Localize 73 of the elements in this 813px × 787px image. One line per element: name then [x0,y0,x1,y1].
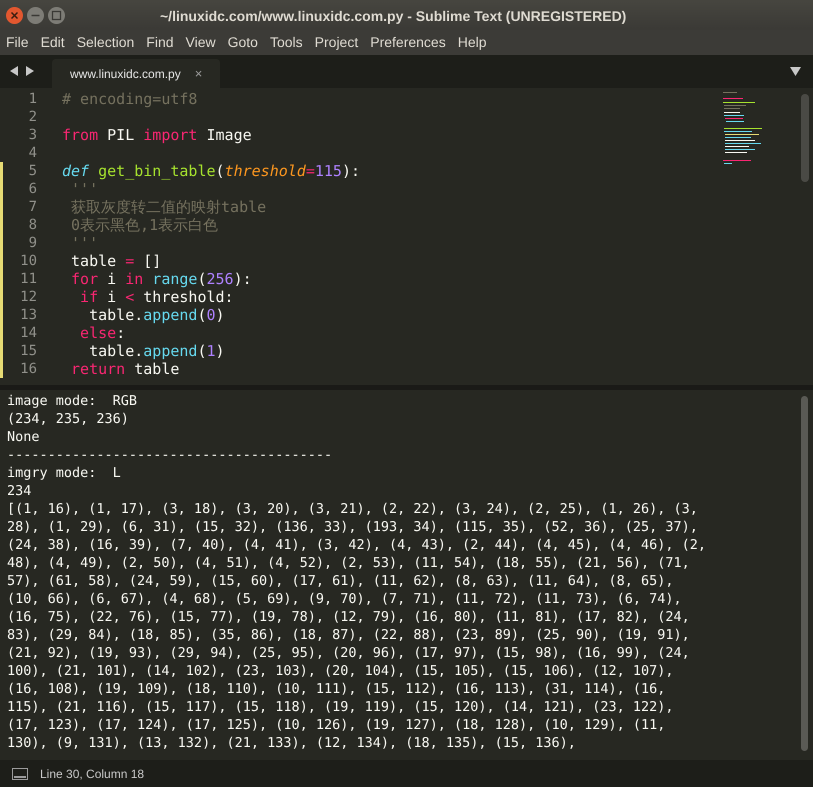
code-line: ''' [70,180,98,198]
output-line: imgry mode: L [7,464,122,482]
output-line: 28), (1, 29), (6, 31), (15, 32), (136, 33), (193, 34), (115, 35), (52, 36), (25, 37), [7,518,699,536]
code-line: for i in range(256): [70,270,252,288]
output-line: image mode: RGB [7,392,138,410]
file-tab[interactable]: www.linuxidc.com.py × [52,59,220,88]
code-line: ''' [70,234,98,252]
output-line: (17, 123), (17, 124), (17, 125), (10, 126), (19, 127), (18, 128), (10, 129), (11, [7,716,666,734]
output-line: None [7,428,41,446]
line-number: 11 [19,270,37,288]
output-line: (16, 108), (19, 109), (18, 110), (10, 111), (15, 112), (16, 113), (31, 114), (16, [7,680,666,698]
output-line: (21, 92), (19, 93), (29, 94), (25, 95), (20, 96), (17, 97), (15, 98), (16, 99), (24, [7,644,691,662]
code-line: def get_bin_table(threshold=115): [62,162,360,180]
close-window-button[interactable] [6,6,23,24]
maximize-button[interactable] [48,6,65,24]
menu-item[interactable]: File [0,32,35,53]
line-number: 13 [19,306,37,324]
menu-item[interactable]: Help [452,32,493,53]
line-number: 14 [19,324,37,342]
output-line: ---------------------------------------- [7,446,334,464]
line-number: 4 [28,144,37,162]
code-line: return table [70,360,180,378]
output-line: (24, 38), (16, 39), (7, 40), (4, 41), (3, 42), (4, 43), (2, 44), (4, 45), (4, 46), (2, [7,536,707,554]
scrollbar[interactable] [801,396,808,751]
cursor-position: Line 30, Column 18 [40,766,144,782]
line-number: 2 [28,108,37,126]
line-number: 16 [19,360,37,378]
close-tab-button[interactable]: × [194,64,202,84]
menu-item[interactable]: Selection [70,32,140,53]
output-line: (16, 75), (22, 76), (15, 77), (19, 78), (12, 79), (16, 80), (11, 81), (17, 82), (24, [7,608,691,626]
window-title: ~/linuxidc.com/www.linuxidc.com.py - Sublime Text (UNREGISTERED) [160,7,626,26]
menu-item[interactable]: Goto [222,32,264,53]
menu-item[interactable]: Project [308,32,364,53]
code-line: table.append(0) [88,306,225,324]
output-line: 130), (9, 131), (13, 132), (21, 133), (12, 134), (18, 135), (15, 136), [7,734,577,752]
output-line: 234 [7,482,32,500]
line-number: 3 [28,126,37,144]
code-line: 获取灰度转二值的映射table [70,198,266,216]
menu-item[interactable]: View [180,32,222,53]
minimize-button[interactable] [27,6,44,24]
output-line: 100), (21, 101), (14, 102), (23, 103), (20, 104), (15, 105), (15, 106), (12, 107), [7,662,674,680]
menu-item[interactable]: Edit [34,32,71,53]
line-number: 9 [28,234,37,252]
output-line: [(1, 16), (1, 17), (3, 18), (3, 20), (3, 21), (2, 22), (3, 24), (2, 25), (1, 26), (3, [7,500,699,518]
code-line: table.append(1) [88,342,225,360]
code-line: 0表示黑色,1表示白色 [70,216,218,234]
code-line: if i < threshold: [79,288,234,306]
output-line: 83), (29, 84), (18, 85), (35, 86), (18, 87), (22, 88), (23, 89), (25, 90), (19, 91), [7,626,691,644]
line-number: 6 [28,180,37,198]
output-line: 115), (21, 116), (15, 117), (15, 118), (19, 119), (15, 120), (14, 121), (23, 122), [7,698,674,716]
menu-item[interactable]: Tools [264,32,309,53]
code-line: from PIL import Image [62,126,252,144]
dropdown-icon[interactable] [790,67,801,76]
tab-label: www.linuxidc.com.py [70,66,181,82]
line-number: 12 [19,288,37,306]
menu-item[interactable]: Find [140,32,180,53]
line-number: 8 [28,216,37,234]
output-line: (234, 235, 236) [7,410,130,428]
output-line: (10, 66), (6, 67), (4, 68), (5, 69), (9, 70), (7, 71), (11, 72), (11, 73), (6, 74), [7,590,683,608]
line-number: 1 [28,90,37,108]
output-line: 57), (61, 58), (24, 59), (15, 60), (17, 61), (11, 62), (8, 63), (11, 64), (8, 65), [7,572,674,590]
panel-icon[interactable] [12,768,28,780]
tab-navigation-icon[interactable] [10,66,34,76]
code-line: table = [] [70,252,162,270]
line-number: 15 [19,342,37,360]
code-line: else: [79,324,126,342]
line-number: 10 [19,252,37,270]
line-number: 7 [28,198,37,216]
menu-item[interactable]: Preferences [364,32,452,53]
line-number: 5 [28,162,37,180]
scrollbar[interactable] [801,94,809,182]
code-line: # encoding=utf8 [62,90,198,108]
output-line: 48), (4, 49), (2, 50), (4, 51), (4, 52), (2, 53), (11, 54), (18, 55), (21, 56), (71, [7,554,691,572]
